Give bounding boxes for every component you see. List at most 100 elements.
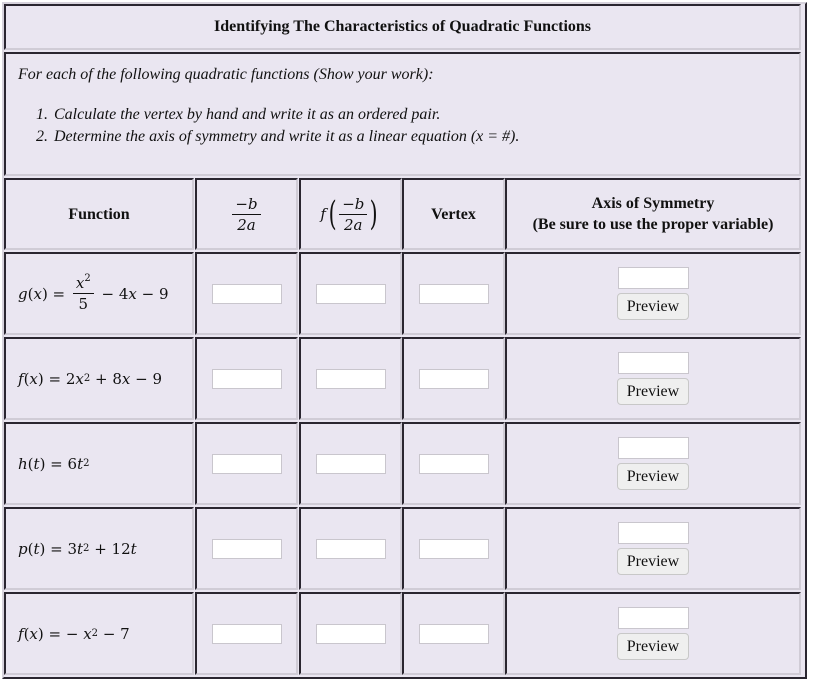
f-of-fraction-expr: f ( −b 2a ) [320, 195, 380, 234]
coefficient: 3 [67, 539, 78, 558]
neg-b-over-2a-input[interactable] [211, 453, 282, 474]
preview-button[interactable]: Preview [616, 293, 690, 320]
instructions-lead: For each of the following quadratic func… [18, 66, 434, 83]
f-value-cell [299, 252, 402, 335]
f-value-input[interactable] [315, 368, 386, 389]
function-expression: p(t) = 3t2 + 12t [18, 539, 137, 558]
header-vertex: Vertex [402, 178, 505, 250]
fraction-denominator: 2a [344, 215, 363, 234]
f-value-input[interactable] [315, 538, 386, 559]
neg-b-over-2a-input[interactable] [211, 283, 282, 304]
vertex-input[interactable] [418, 538, 489, 559]
preview-button[interactable]: Preview [616, 633, 690, 660]
fraction-denominator: 5 [78, 295, 89, 313]
function-name: h [18, 454, 28, 473]
axis-of-symmetry-cell: Preview [505, 252, 801, 335]
axis-of-symmetry-input[interactable] [617, 522, 689, 544]
function-expression: f(x) = 2x2 + 8x − 9 [18, 369, 163, 388]
header-vertex-label: Vertex [431, 205, 476, 223]
title-cell: Identifying The Characteristics of Quadr… [4, 4, 801, 50]
vertex-cell [402, 592, 505, 675]
remaining-terms: + 12t [89, 539, 137, 558]
variable: t [130, 539, 137, 558]
neg-b-over-2a-cell [195, 592, 298, 675]
paren: ) = [37, 369, 66, 388]
function-expression: g(x) = x2 5 − 4x − 9 [18, 273, 169, 314]
axis-of-symmetry-cell: Preview [505, 507, 801, 590]
axis-of-symmetry-cell: Preview [505, 592, 801, 675]
neg-b-over-2a-input[interactable] [211, 368, 282, 389]
header-function: Function [4, 178, 194, 250]
fraction-numerator: −b [232, 195, 261, 215]
fraction: x2 5 [72, 273, 94, 313]
axis-of-symmetry-input[interactable] [617, 607, 689, 629]
vertex-input[interactable] [418, 368, 489, 389]
f-value-cell [299, 422, 402, 505]
preview-button[interactable]: Preview [616, 463, 690, 490]
paren: ) = [39, 454, 68, 473]
function-name: g [18, 284, 28, 303]
neg-b-over-2a-input[interactable] [211, 623, 282, 644]
function-symbol: f [320, 204, 326, 223]
coefficient: 6 [67, 454, 78, 473]
axis-of-symmetry-input[interactable] [617, 267, 689, 289]
function-expression: h(t) = 6t2 [18, 454, 90, 473]
right-paren: ) [370, 194, 378, 234]
function-name: p [18, 539, 28, 558]
vertex-cell [402, 337, 505, 420]
paren: ) = [37, 624, 66, 643]
vertex-cell [402, 507, 505, 590]
paren: ) = [39, 539, 68, 558]
axis-of-symmetry-cell: Preview [505, 337, 801, 420]
instructions-list: Calculate the vertex by hand and write i… [18, 104, 799, 148]
f-value-cell [299, 507, 402, 590]
header-function-label: Function [68, 205, 130, 223]
function-cell: p(t) = 3t2 + 12t [4, 507, 194, 590]
function-cell: h(t) = 6t2 [4, 422, 194, 505]
function-variable: x [33, 284, 42, 303]
header-axis-line2: (Be sure to use the proper variable) [532, 216, 774, 233]
variable: x [121, 369, 131, 388]
neg-b-over-2a-cell [195, 507, 298, 590]
f-value-input[interactable] [315, 623, 386, 644]
vertex-cell [402, 252, 505, 335]
f-value-cell [299, 592, 402, 675]
variable: x [128, 284, 137, 303]
neg-b-over-2a-cell [195, 252, 298, 335]
header-axis-of-symmetry: Axis of Symmetry (Be sure to use the pro… [505, 178, 801, 250]
neg-b-over-2a-input[interactable] [211, 538, 282, 559]
vertex-input[interactable] [418, 453, 489, 474]
vertex-cell [402, 422, 505, 505]
function-expression: f(x) = − x2 − 7 [18, 624, 130, 643]
function-cell: g(x) = x2 5 − 4x − 9 [4, 252, 194, 335]
paren: ) = [41, 284, 70, 303]
remaining-terms: − 4x − 9 [96, 284, 169, 303]
coefficient: 2 [65, 369, 76, 388]
variable: x [75, 369, 84, 388]
f-value-input[interactable] [315, 283, 386, 304]
axis-of-symmetry-cell: Preview [505, 422, 801, 505]
coefficient: − [65, 624, 84, 643]
remaining-terms: − 7 [98, 624, 130, 643]
instruction-step: Determine the axis of symmetry and write… [52, 126, 799, 148]
function-variable: x [29, 369, 38, 388]
fraction-denominator: 2a [237, 215, 256, 234]
preview-button[interactable]: Preview [616, 378, 690, 405]
fraction-numerator: x2 [72, 273, 94, 294]
axis-of-symmetry-input[interactable] [617, 437, 689, 459]
function-cell: f(x) = − x2 − 7 [4, 592, 194, 675]
preview-button[interactable]: Preview [616, 548, 690, 575]
f-value-input[interactable] [315, 453, 386, 474]
axis-of-symmetry-input[interactable] [617, 352, 689, 374]
vertex-input[interactable] [418, 623, 489, 644]
neg-b-over-2a-cell [195, 422, 298, 505]
left-paren: ( [328, 194, 337, 234]
header-neg-b-over-2a: −b 2a [195, 178, 298, 250]
neg-b-over-2a-cell [195, 337, 298, 420]
vertex-input[interactable] [418, 283, 489, 304]
variable: x [83, 624, 92, 643]
header-axis-line1: Axis of Symmetry [591, 195, 715, 212]
exponent: 2 [84, 273, 91, 284]
fraction-numerator: −b [339, 195, 368, 215]
function-cell: f(x) = 2x2 + 8x − 9 [4, 337, 194, 420]
